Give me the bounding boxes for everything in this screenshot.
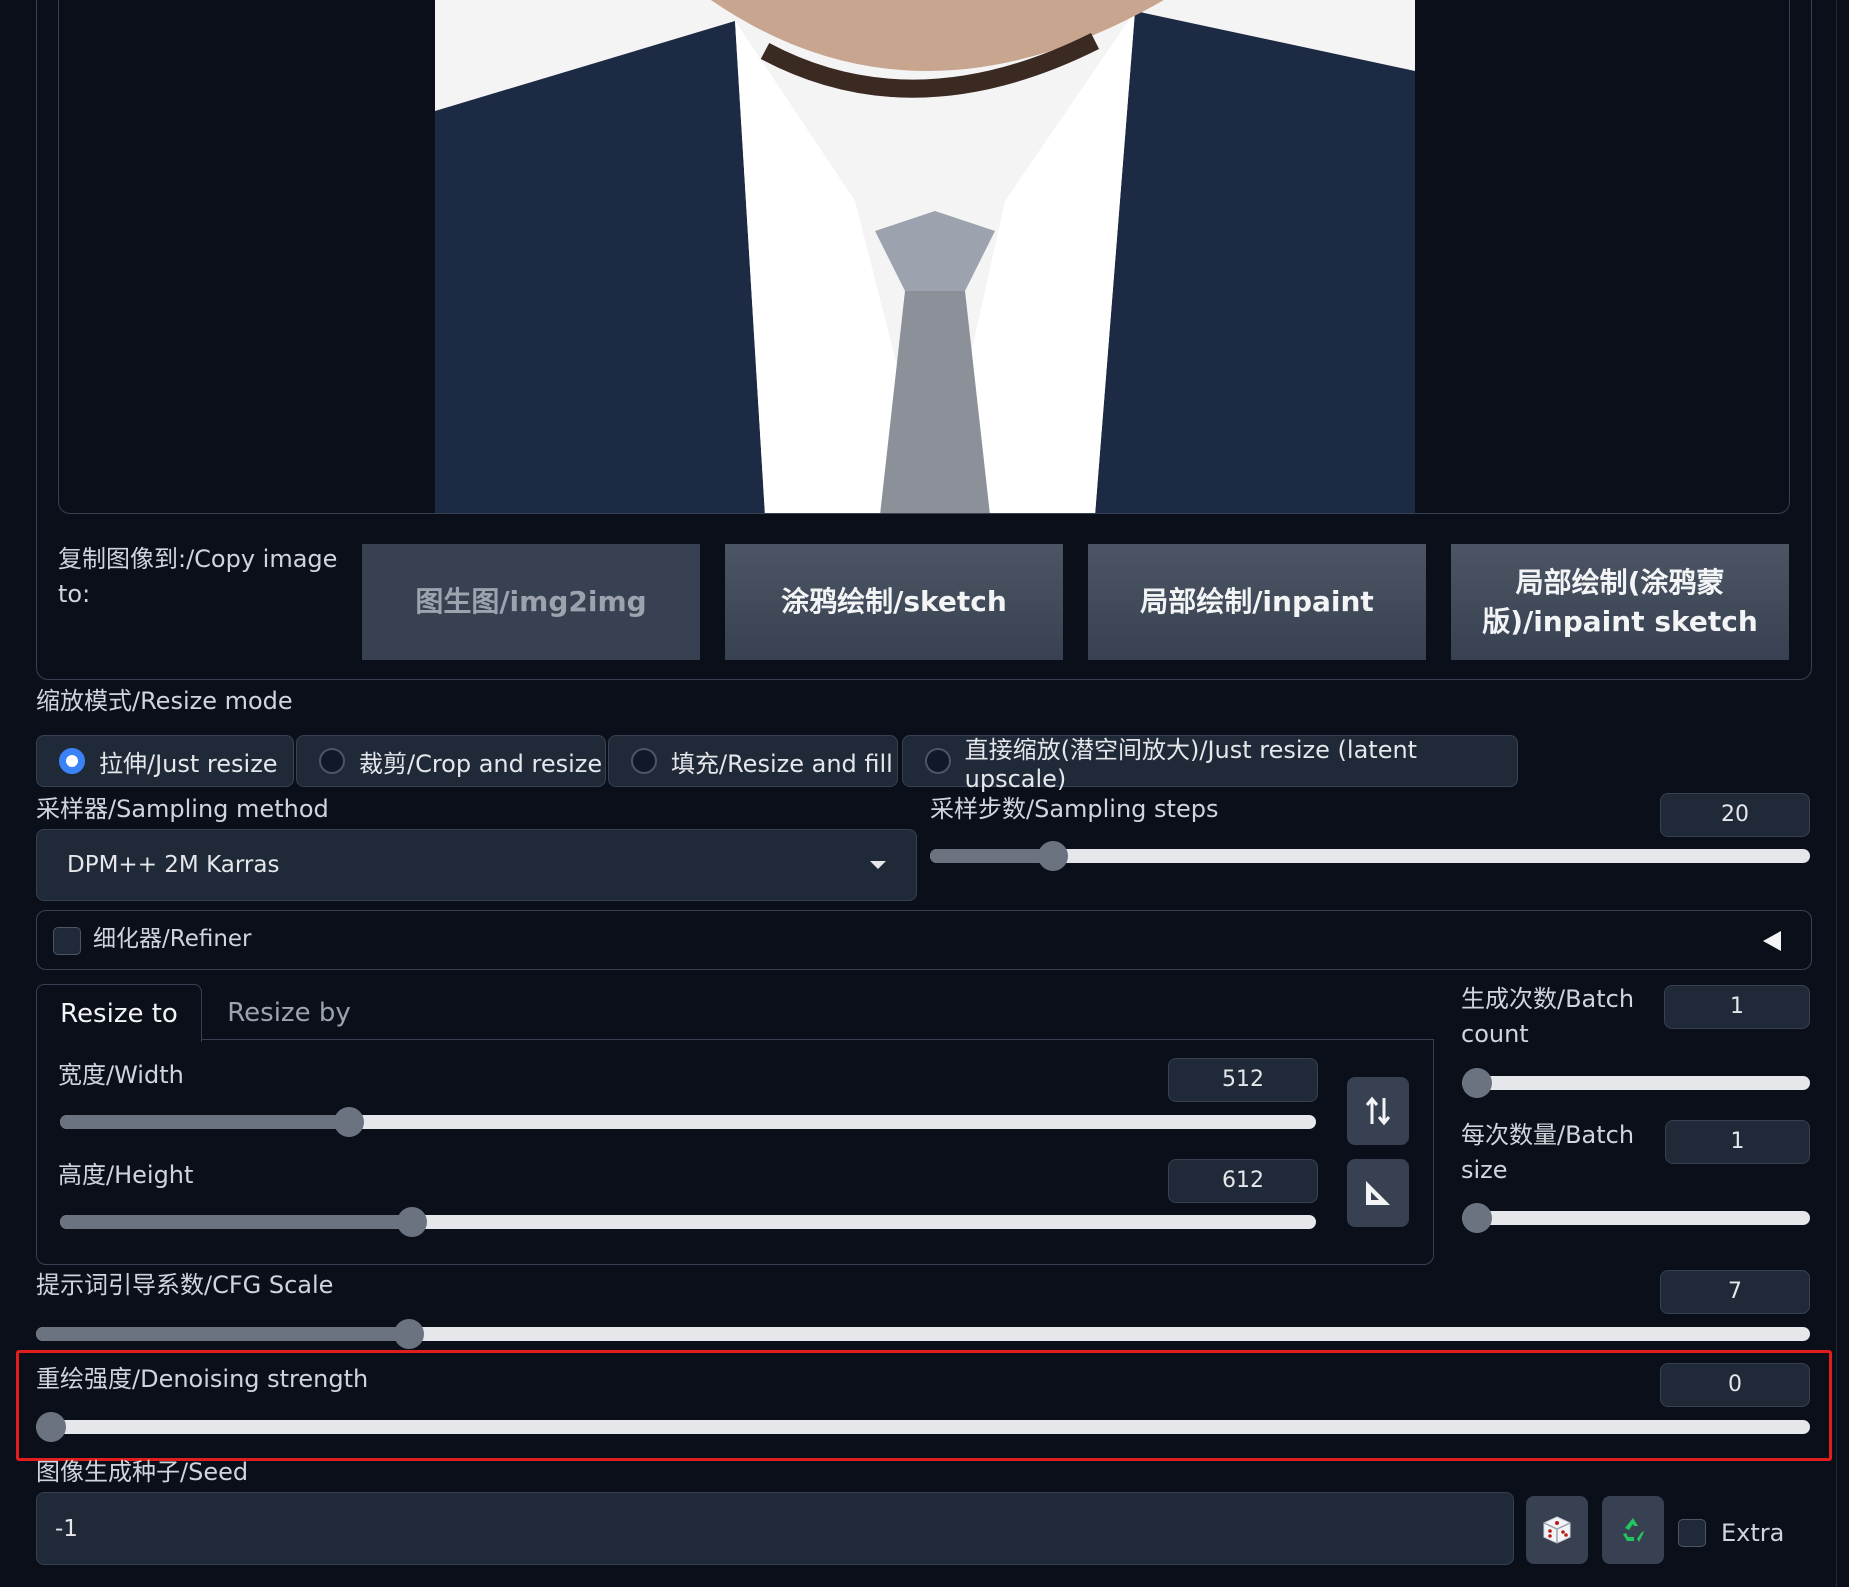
extra-checkbox[interactable] [1678,1519,1706,1547]
image-viewer[interactable] [58,0,1790,514]
denoise-slider-handle[interactable] [36,1412,66,1442]
copy-to-inpaint-button[interactable]: 局部绘制/inpaint [1088,544,1426,660]
sampler-dropdown[interactable]: DPM++ 2M Karras [36,829,917,901]
batch-size-slider-handle[interactable] [1462,1203,1492,1233]
copy-to-sketch-button[interactable]: 涂鸦绘制/sketch [725,544,1063,660]
radio-selected-icon [59,748,85,774]
radio-icon [631,748,657,774]
recycle-icon [1623,1518,1644,1542]
tab-resize-by[interactable]: Resize by [214,984,364,1042]
width-input[interactable]: 512 [1168,1058,1318,1102]
steps-slider[interactable] [930,841,1810,871]
width-label: 宽度/Width [58,1061,184,1089]
resize-option-crop-and-resize[interactable]: 裁剪/Crop and resize [296,735,606,787]
steps-slider-handle[interactable] [1038,841,1068,871]
resize-option-just-resize[interactable]: 拉伸/Just resize [36,735,294,787]
tab-resize-to[interactable]: Resize to [36,984,202,1042]
denoise-label: 重绘强度/Denoising strength [36,1365,369,1393]
collapse-arrow-icon[interactable] [1763,931,1781,951]
dice-icon [1543,1516,1571,1544]
copy-to-inpaint-sketch-button[interactable]: 局部绘制(涂鸦蒙版)/inpaint sketch [1451,544,1789,660]
copy-to-img2img-button[interactable]: 图生图/img2img [362,544,700,660]
batch-size-slider[interactable] [1462,1203,1810,1233]
cfg-input[interactable]: 7 [1660,1270,1810,1314]
copy-image-label: 复制图像到:/Copy image to: [58,545,338,608]
seed-label: 图像生成种子/Seed [36,1458,249,1486]
portrait-image [435,0,1415,513]
denoise-input[interactable]: 0 [1660,1363,1810,1407]
batch-size-input[interactable]: 1 [1665,1120,1810,1164]
batch-count-slider[interactable] [1462,1068,1810,1098]
seed-input[interactable]: -1 [36,1492,1514,1565]
resize-option-latent-upscale[interactable]: 直接缩放(潜空间放大)/Just resize (latent upscale) [902,735,1518,793]
reuse-seed-button[interactable] [1602,1496,1664,1564]
radio-icon [925,748,951,774]
refiner-accordion[interactable]: 细化器/Refiner [36,910,1812,970]
extra-label: Extra [1721,1519,1785,1547]
seed-value: -1 [55,1515,78,1542]
scrollbar-track[interactable] [1836,0,1849,1587]
resize-option-resize-and-fill[interactable]: 填充/Resize and fill [608,735,898,787]
steps-label: 采样步数/Sampling steps [930,795,1219,823]
resize-mode-label: 缩放模式/Resize mode [36,687,293,715]
random-seed-button[interactable] [1526,1496,1588,1564]
sampler-label: 采样器/Sampling method [36,795,329,823]
radio-icon [319,748,345,774]
steps-input[interactable]: 20 [1660,793,1810,837]
height-label: 高度/Height [58,1161,194,1189]
width-slider-handle[interactable] [334,1107,364,1137]
triangle-ruler-icon [1366,1181,1390,1205]
cfg-slider[interactable] [36,1319,1810,1349]
batch-count-slider-handle[interactable] [1462,1068,1492,1098]
sampler-value: DPM++ 2M Karras [67,852,280,878]
batch-count-label: 生成次数/Batch count [1461,985,1635,1048]
cfg-label: 提示词引导系数/CFG Scale [36,1271,334,1299]
cfg-slider-handle[interactable] [394,1319,424,1349]
batch-count-input[interactable]: 1 [1664,985,1810,1029]
refiner-label: 细化器/Refiner [93,926,252,952]
height-input[interactable]: 612 [1168,1159,1318,1203]
batch-size-label: 每次数量/Batch size [1461,1121,1635,1184]
aspect-ratio-button[interactable] [1347,1159,1409,1227]
height-slider-handle[interactable] [397,1207,427,1237]
swap-arrows-icon [1365,1096,1391,1126]
refiner-checkbox[interactable] [53,927,81,955]
chevron-down-icon [870,861,886,869]
swap-dimensions-button[interactable] [1347,1077,1409,1145]
denoise-slider[interactable] [36,1412,1810,1442]
width-slider[interactable] [60,1107,1316,1137]
height-slider[interactable] [60,1207,1316,1237]
